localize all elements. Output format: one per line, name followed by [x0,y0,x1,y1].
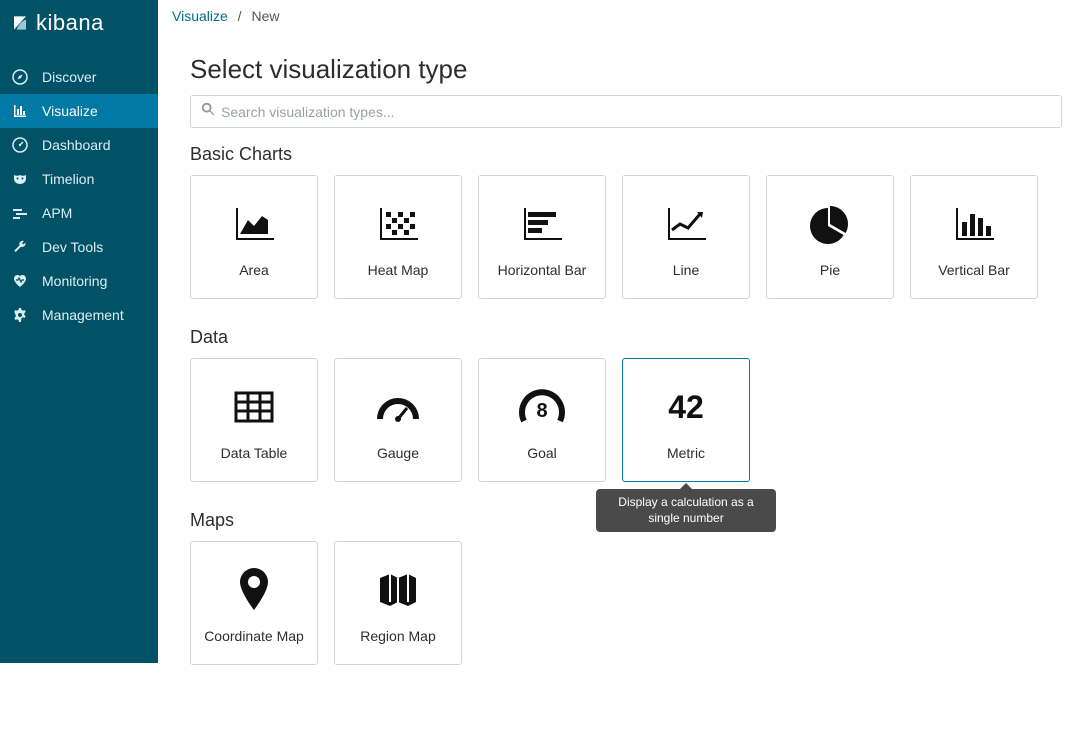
hbar-icon [520,196,564,252]
metric-icon: 42 [668,379,704,435]
viz-card-metric[interactable]: 42MetricDisplay a calculation as a singl… [622,358,750,482]
table-icon [232,379,276,435]
section-title: Data [190,327,1062,348]
wrench-icon [12,239,28,255]
sidebar-item-label: Dashboard [42,137,111,153]
viz-card-coordinate-map[interactable]: Coordinate Map [190,541,318,665]
viz-card-horizontal-bar[interactable]: Horizontal Bar [478,175,606,299]
card-label: Heat Map [368,262,429,278]
regionmap-icon [376,562,420,618]
card-label: Metric [667,445,705,461]
card-grid: Coordinate Map Region Map [190,541,1062,665]
sidebar-item-label: Dev Tools [42,239,103,255]
card-label: Gauge [377,445,419,461]
viz-card-region-map[interactable]: Region Map [334,541,462,665]
sidebar-item-label: APM [42,205,72,221]
section-title: Basic Charts [190,144,1062,165]
viz-card-vertical-bar[interactable]: Vertical Bar [910,175,1038,299]
nav-list: Discover Visualize Dashboard Timelion APM Dev… [0,60,158,332]
viz-card-goal[interactable]: 8 Goal [478,358,606,482]
card-label: Data Table [221,445,288,461]
barchart-icon [12,103,28,119]
viz-card-heat-map[interactable]: Heat Map [334,175,462,299]
card-label: Horizontal Bar [498,262,587,278]
heatmap-icon [376,196,420,252]
pin-icon [236,562,272,618]
breadcrumb-root[interactable]: Visualize [172,8,228,24]
mask-icon [12,171,28,187]
tooltip: Display a calculation as a single number [596,489,776,532]
heartbeat-icon [12,273,28,289]
card-label: Pie [820,262,840,278]
card-grid: Data TableGauge8Goal42MetricDisplay a ca… [190,358,1062,482]
logo-text: kibana [36,10,104,36]
breadcrumb: Visualize / New [158,0,1080,24]
svg-text:8: 8 [536,400,547,422]
sidebar-item-label: Monitoring [42,273,107,289]
sidebar-item-monitoring[interactable]: Monitoring [0,264,158,298]
search-wrap[interactable] [190,95,1062,128]
viz-card-area[interactable]: Area [190,175,318,299]
gear-icon [12,307,28,323]
sidebar-item-dev-tools[interactable]: Dev Tools [0,230,158,264]
dashboard-icon [12,137,28,153]
breadcrumb-sep: / [238,8,242,24]
area-icon [232,196,276,252]
sidebar-item-label: Visualize [42,103,98,119]
sidebar-item-management[interactable]: Management [0,298,158,332]
card-label: Coordinate Map [204,628,304,644]
goal-icon: 8 [516,379,568,435]
sidebar-item-visualize[interactable]: Visualize [0,94,158,128]
line-icon [664,196,708,252]
pie-icon [808,196,852,252]
viz-card-line[interactable]: Line [622,175,750,299]
kibana-logo-icon [12,15,28,31]
card-label: Region Map [360,628,436,644]
card-label: Area [239,262,269,278]
main: Visualize / New Select visualization typ… [158,0,1080,663]
sidebar-item-label: Discover [42,69,96,85]
sidebar-item-apm[interactable]: APM [0,196,158,230]
sidebar-item-label: Management [42,307,124,323]
compass-icon [12,69,28,85]
logo[interactable]: kibana [0,0,158,50]
vbar-icon [952,196,996,252]
sidebar: kibana Discover Visualize Dashboard Timelio… [0,0,158,663]
sidebar-item-timelion[interactable]: Timelion [0,162,158,196]
gauge-icon [374,379,422,435]
apm-icon [12,205,28,221]
viz-card-pie[interactable]: Pie [766,175,894,299]
card-label: Vertical Bar [938,262,1010,278]
search-icon [201,102,221,121]
content: Select visualization type Basic Charts Ar… [158,24,1080,733]
sidebar-item-label: Timelion [42,171,94,187]
breadcrumb-current: New [251,8,279,24]
search-input[interactable] [221,104,1051,120]
page-title: Select visualization type [190,54,1062,85]
sidebar-item-discover[interactable]: Discover [0,60,158,94]
viz-card-data-table[interactable]: Data Table [190,358,318,482]
card-label: Goal [527,445,557,461]
viz-card-gauge[interactable]: Gauge [334,358,462,482]
card-grid: Area Heat Map Horizontal Bar Line Pie Vertica… [190,175,1062,299]
sidebar-item-dashboard[interactable]: Dashboard [0,128,158,162]
card-label: Line [673,262,699,278]
